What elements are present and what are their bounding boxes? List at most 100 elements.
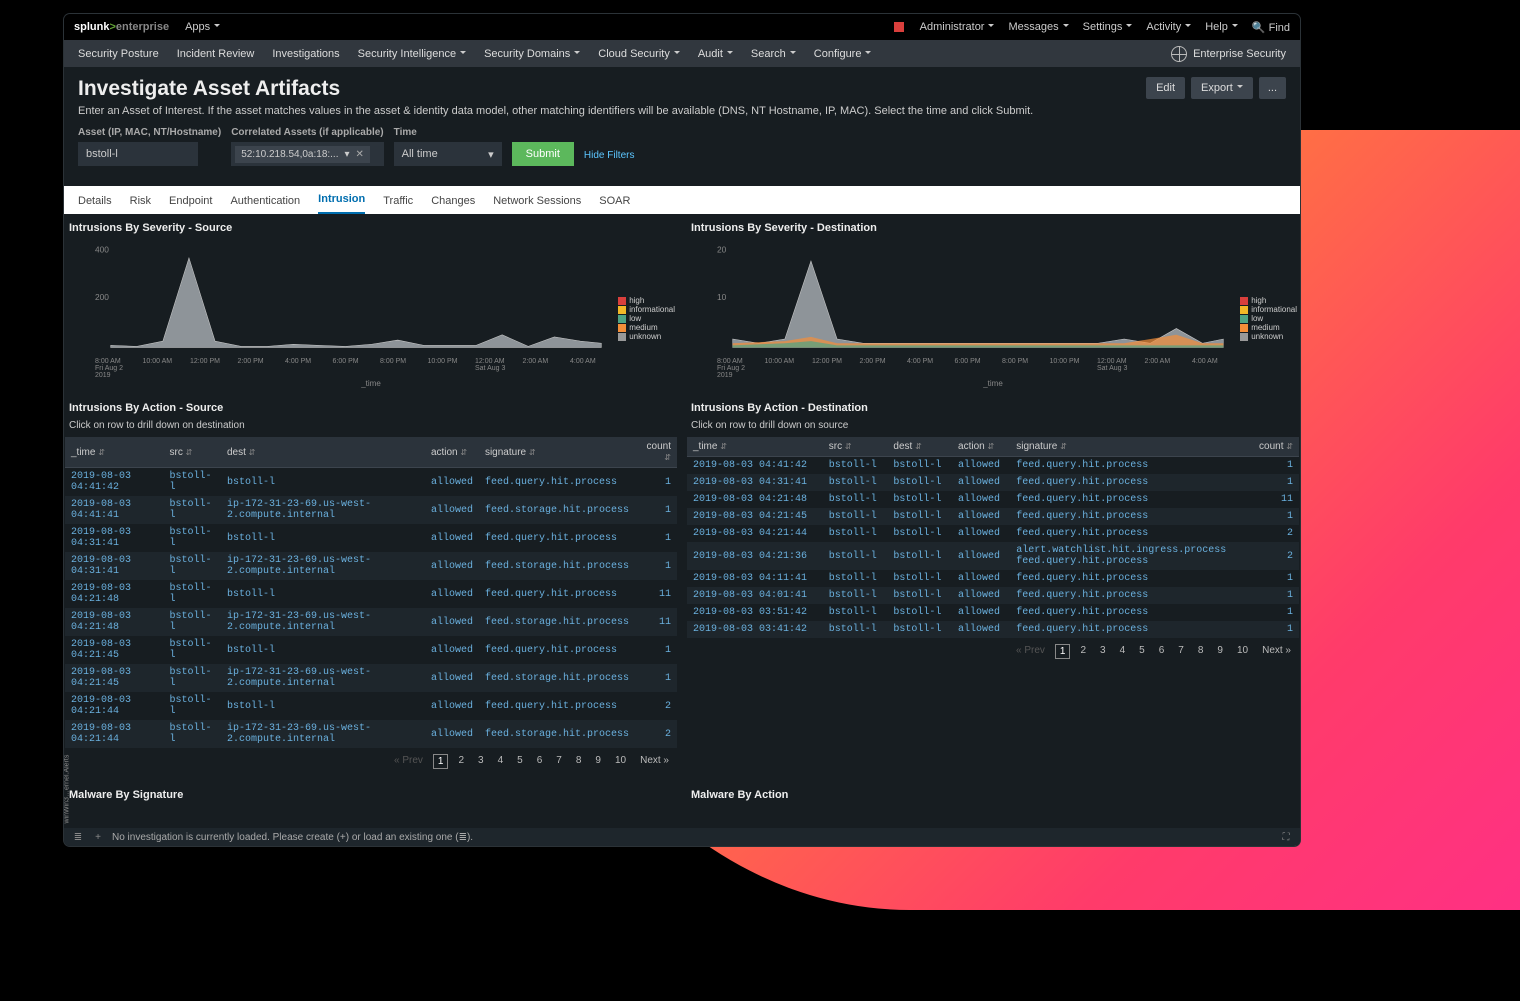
table-row[interactable]: 2019-08-03 04:41:42bstoll-lbstoll-lallow… <box>687 457 1299 475</box>
more-button[interactable]: ... <box>1259 77 1286 99</box>
page-7[interactable]: 7 <box>552 754 566 769</box>
tab-intrusion[interactable]: Intrusion <box>318 186 365 214</box>
next-page[interactable]: Next » <box>636 754 673 769</box>
tab-details[interactable]: Details <box>78 188 112 214</box>
menu-cloud-security[interactable]: Cloud Security <box>598 48 680 60</box>
page-10[interactable]: 10 <box>1233 644 1252 659</box>
table-row[interactable]: 2019-08-03 04:21:44bstoll-lbstoll-lallow… <box>687 525 1299 542</box>
table-row[interactable]: 2019-08-03 04:31:41bstoll-lbstoll-lallow… <box>687 474 1299 491</box>
col-action[interactable]: action <box>952 437 1010 457</box>
table-row[interactable]: 2019-08-03 03:51:42bstoll-lbstoll-lallow… <box>687 604 1299 621</box>
table-row[interactable]: 2019-08-03 04:21:45bstoll-lbstoll-lallow… <box>65 636 677 664</box>
chart-intrusions-severity-source[interactable]: 400200 highinformationallowmediumunknown <box>65 238 677 358</box>
table-row[interactable]: 2019-08-03 04:21:44bstoll-lbstoll-lallow… <box>65 692 677 720</box>
table-row[interactable]: 2019-08-03 04:31:41bstoll-lbstoll-lallow… <box>65 524 677 552</box>
table-row[interactable]: 2019-08-03 04:21:48bstoll-lbstoll-lallow… <box>687 491 1299 508</box>
page-4[interactable]: 4 <box>1116 644 1130 659</box>
col-src[interactable]: src <box>163 437 221 468</box>
find-link[interactable]: 🔍 Find <box>1252 21 1290 34</box>
time-dropdown[interactable]: All time▾ <box>394 142 502 166</box>
col-signature[interactable]: signature <box>479 437 635 468</box>
page-6[interactable]: 6 <box>533 754 547 769</box>
page-7[interactable]: 7 <box>1174 644 1188 659</box>
page-1[interactable]: 1 <box>1055 644 1071 659</box>
submit-button[interactable]: Submit <box>512 142 574 166</box>
settings-menu[interactable]: Settings <box>1083 21 1133 33</box>
col-dest[interactable]: dest <box>221 437 425 468</box>
table-row[interactable]: 2019-08-03 04:21:36bstoll-lbstoll-lallow… <box>687 542 1299 570</box>
table-row[interactable]: 2019-08-03 04:01:41bstoll-lbstoll-lallow… <box>687 587 1299 604</box>
table-row[interactable]: 2019-08-03 04:21:45bstoll-lip-172-31-23-… <box>65 664 677 692</box>
menu-search[interactable]: Search <box>751 48 796 60</box>
page-2[interactable]: 2 <box>454 754 468 769</box>
col-action[interactable]: action <box>425 437 479 468</box>
table-row[interactable]: 2019-08-03 04:41:41bstoll-lip-172-31-23-… <box>65 496 677 524</box>
table-row[interactable]: 2019-08-03 04:21:48bstoll-lip-172-31-23-… <box>65 608 677 636</box>
col-_time[interactable]: _time <box>687 437 823 457</box>
menu-incident-review[interactable]: Incident Review <box>177 48 255 60</box>
tab-endpoint[interactable]: Endpoint <box>169 188 212 214</box>
col-count[interactable]: count <box>635 437 677 468</box>
help-menu[interactable]: Help <box>1205 21 1238 33</box>
chart-intrusions-severity-destination[interactable]: 2010 highinformationallowmediumunknown <box>687 238 1299 358</box>
list-icon[interactable]: ≣ <box>72 832 84 843</box>
table-row[interactable]: 2019-08-03 04:41:42bstoll-lbstoll-lallow… <box>65 468 677 497</box>
hide-filters-link[interactable]: Hide Filters <box>584 150 635 161</box>
admin-menu[interactable]: Administrator <box>920 21 995 33</box>
messages-menu[interactable]: Messages <box>1008 21 1068 33</box>
page-3[interactable]: 3 <box>1096 644 1110 659</box>
table-row[interactable]: 2019-08-03 04:31:41bstoll-lip-172-31-23-… <box>65 552 677 580</box>
table-row[interactable]: 2019-08-03 04:11:41bstoll-lbstoll-lallow… <box>687 570 1299 587</box>
chart-xlabel: _time <box>687 379 1299 388</box>
page-5[interactable]: 5 <box>513 754 527 769</box>
col-dest[interactable]: dest <box>887 437 952 457</box>
pagination-src: « Prev 123456789 10 Next » <box>65 748 677 775</box>
page-4[interactable]: 4 <box>494 754 508 769</box>
page-10[interactable]: 10 <box>611 754 630 769</box>
col-signature[interactable]: signature <box>1010 437 1249 457</box>
export-button[interactable]: Export <box>1191 77 1253 99</box>
correlated-assets-field[interactable]: 52:10.218.54,0a:18:...▾✕ <box>231 142 383 166</box>
page-9[interactable]: 9 <box>591 754 605 769</box>
tab-network-sessions[interactable]: Network Sessions <box>493 188 581 214</box>
apps-menu[interactable]: Apps <box>185 21 220 33</box>
tab-changes[interactable]: Changes <box>431 188 475 214</box>
warning-icon[interactable] <box>894 22 904 32</box>
page-3[interactable]: 3 <box>474 754 488 769</box>
menu-security-posture[interactable]: Security Posture <box>78 48 159 60</box>
tab-authentication[interactable]: Authentication <box>230 188 300 214</box>
page-1[interactable]: 1 <box>433 754 449 769</box>
asset-input[interactable] <box>78 142 198 166</box>
table-row[interactable]: 2019-08-03 03:41:42bstoll-lbstoll-lallow… <box>687 621 1299 638</box>
menu-audit[interactable]: Audit <box>698 48 733 60</box>
expand-icon[interactable]: ⛶ <box>1280 832 1292 843</box>
edit-button[interactable]: Edit <box>1146 77 1185 99</box>
table-row[interactable]: 2019-08-03 04:21:44bstoll-lip-172-31-23-… <box>65 720 677 748</box>
menu-investigations[interactable]: Investigations <box>272 48 339 60</box>
menu-configure[interactable]: Configure <box>814 48 872 60</box>
tab-risk[interactable]: Risk <box>130 188 151 214</box>
page-8[interactable]: 8 <box>572 754 586 769</box>
table-row[interactable]: 2019-08-03 04:21:45bstoll-lbstoll-lallow… <box>687 508 1299 525</box>
col-_time[interactable]: _time <box>65 437 163 468</box>
col-src[interactable]: src <box>823 437 888 457</box>
tabs: Details Risk Endpoint Authentication Intrusi… <box>64 186 1300 214</box>
prev-page[interactable]: « Prev <box>1012 644 1049 659</box>
page-8[interactable]: 8 <box>1194 644 1208 659</box>
next-page[interactable]: Next » <box>1258 644 1295 659</box>
page-5[interactable]: 5 <box>1135 644 1149 659</box>
col-count[interactable]: count <box>1249 437 1299 457</box>
page-9[interactable]: 9 <box>1213 644 1227 659</box>
chevron-down-icon[interactable]: ▾ <box>345 149 350 160</box>
remove-chip-icon[interactable]: ✕ <box>356 149 364 160</box>
menu-security-domains[interactable]: Security Domains <box>484 48 580 60</box>
page-2[interactable]: 2 <box>1076 644 1090 659</box>
page-6[interactable]: 6 <box>1155 644 1169 659</box>
tab-traffic[interactable]: Traffic <box>383 188 413 214</box>
prev-page[interactable]: « Prev <box>390 754 427 769</box>
tab-soar[interactable]: SOAR <box>599 188 630 214</box>
menu-security-intelligence[interactable]: Security Intelligence <box>358 48 466 60</box>
plus-icon[interactable]: + <box>92 832 104 843</box>
activity-menu[interactable]: Activity <box>1146 21 1191 33</box>
table-row[interactable]: 2019-08-03 04:21:48bstoll-lbstoll-lallow… <box>65 580 677 608</box>
